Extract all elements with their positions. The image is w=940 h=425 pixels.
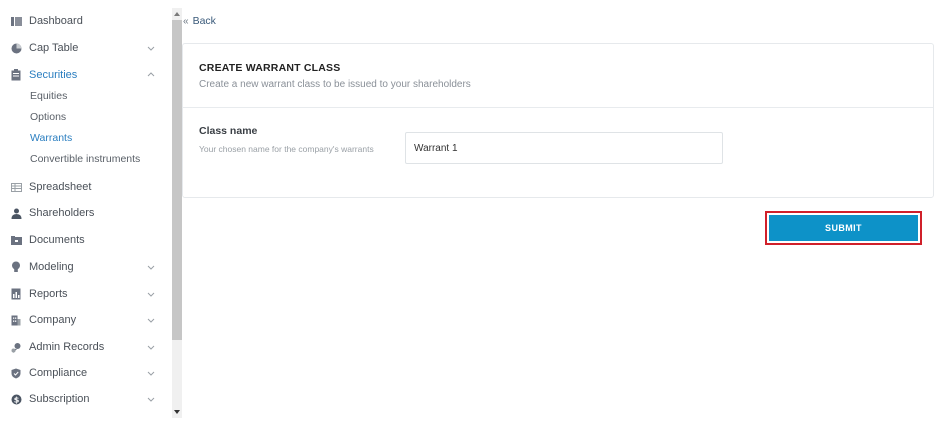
card-header: CREATE WARRANT CLASS Create a new warran…	[183, 44, 933, 108]
sidebar-item-label: Company	[29, 314, 77, 326]
scroll-up-arrow-icon[interactable]	[172, 9, 182, 19]
admin-icon	[10, 341, 22, 353]
sidebar-item-admin-records[interactable]: Admin Records	[0, 336, 172, 358]
sidebar-item-reports[interactable]: Reports	[0, 283, 172, 305]
sidebar-scrollbar-thumb[interactable]	[172, 20, 182, 340]
class-name-input[interactable]	[405, 132, 723, 164]
sidebar-item-spreadsheet[interactable]: Spreadsheet	[0, 176, 172, 198]
shield-icon	[10, 367, 22, 379]
svg-text:$: $	[13, 395, 19, 404]
pie-chart-icon	[10, 42, 22, 54]
sidebar-item-label: Reports	[29, 288, 68, 300]
back-link[interactable]: « Back	[183, 15, 216, 27]
sidebar-item-label: Subscription	[29, 393, 90, 405]
report-icon	[10, 288, 22, 300]
double-chevron-left-icon: «	[183, 15, 189, 27]
chevron-down-icon	[147, 397, 155, 402]
sidebar-subitem-options[interactable]: Options	[30, 111, 66, 123]
document-icon	[10, 234, 22, 246]
create-warrant-class-card: CREATE WARRANT CLASS Create a new warran…	[182, 43, 934, 198]
sidebar-subitem-convertible-instruments[interactable]: Convertible instruments	[30, 153, 140, 165]
sidebar-item-dashboard[interactable]: Dashboard	[0, 10, 172, 32]
sidebar-item-label: Documents	[29, 234, 85, 246]
sidebar-item-documents[interactable]: Documents	[0, 229, 172, 251]
sidebar-item-label: Cap Table	[29, 42, 79, 54]
back-label: Back	[192, 15, 216, 27]
chevron-down-icon	[147, 318, 155, 323]
sidebar-item-label: Spreadsheet	[29, 181, 92, 193]
person-icon	[10, 207, 22, 219]
sidebar-subitem-warrants[interactable]: Warrants	[30, 132, 72, 144]
lightbulb-icon	[10, 261, 22, 273]
chevron-down-icon	[147, 46, 155, 51]
chevron-down-icon	[147, 265, 155, 270]
sidebar-item-cap-table[interactable]: Cap Table	[0, 37, 172, 59]
sidebar: Dashboard Cap Table Securities Equities …	[0, 0, 172, 425]
sidebar-item-modeling[interactable]: Modeling	[0, 256, 172, 278]
sidebar-item-label: Compliance	[29, 367, 88, 379]
sidebar-item-label: Modeling	[29, 261, 74, 273]
scroll-down-arrow-icon[interactable]	[172, 407, 182, 417]
sidebar-item-securities[interactable]: Securities	[0, 64, 172, 86]
sidebar-item-label: Securities	[29, 69, 78, 81]
building-icon	[10, 314, 22, 326]
chevron-down-icon	[147, 371, 155, 376]
spreadsheet-icon	[10, 181, 22, 193]
submit-button[interactable]: SUBMIT	[769, 215, 918, 241]
class-name-label: Class name	[199, 125, 258, 137]
sidebar-item-compliance[interactable]: Compliance	[0, 362, 172, 384]
dashboard-icon	[10, 15, 22, 27]
chevron-up-icon	[147, 72, 155, 77]
dollar-icon: $	[10, 393, 22, 405]
submit-highlight: SUBMIT	[765, 211, 922, 245]
sidebar-item-label: Admin Records	[29, 341, 105, 353]
sidebar-item-shareholders[interactable]: Shareholders	[0, 202, 172, 224]
sidebar-item-company[interactable]: Company	[0, 309, 172, 331]
page-subtitle: Create a new warrant class to be issued …	[199, 79, 471, 90]
class-name-help: Your chosen name for the company's warra…	[199, 144, 374, 154]
chevron-down-icon	[147, 345, 155, 350]
clipboard-icon	[10, 69, 22, 81]
sidebar-item-label: Dashboard	[29, 15, 83, 27]
sidebar-item-label: Shareholders	[29, 207, 95, 219]
sidebar-subitem-equities[interactable]: Equities	[30, 90, 67, 102]
page-title: CREATE WARRANT CLASS	[199, 62, 341, 74]
chevron-down-icon	[147, 292, 155, 297]
sidebar-item-subscription[interactable]: $ Subscription	[0, 388, 172, 410]
